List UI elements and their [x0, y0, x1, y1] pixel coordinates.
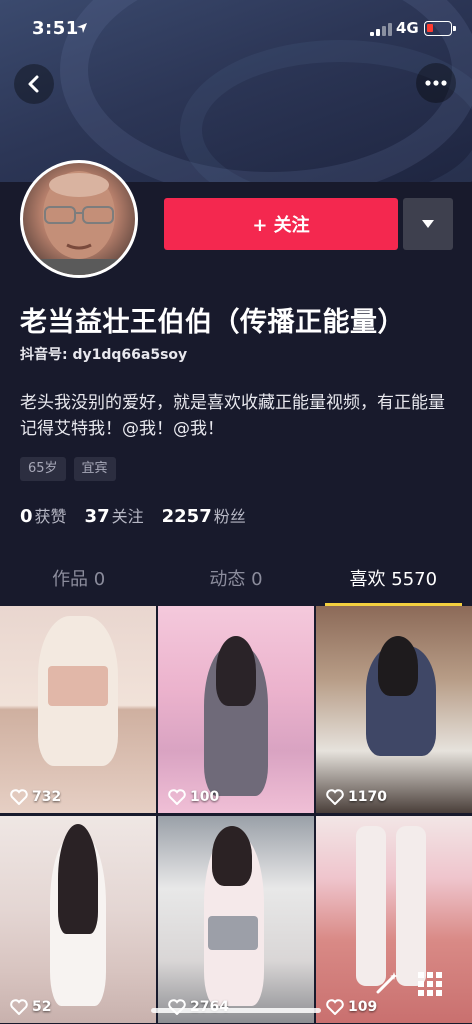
follow-button[interactable]: + 关注 [164, 198, 398, 250]
like-count: 732 [10, 789, 61, 805]
network-type: 4G [396, 19, 419, 37]
location-arrow-icon [77, 23, 87, 33]
video-thumbnail[interactable]: 100 [158, 606, 314, 813]
tab-likes[interactable]: 喜欢 5570 [315, 558, 472, 606]
heart-icon [326, 999, 344, 1015]
more-dots-icon [425, 80, 447, 86]
stat-likes[interactable]: 0 获赞 [20, 503, 67, 527]
location-tag: 宜宾 [73, 457, 116, 481]
like-count: 52 [10, 999, 51, 1015]
status-time: 3:51 [32, 18, 79, 39]
tab-dynamics[interactable]: 动态 0 [157, 558, 314, 606]
heart-icon [10, 999, 28, 1015]
like-count: 1170 [326, 789, 387, 805]
more-button[interactable] [416, 63, 456, 103]
magic-wand-icon [376, 972, 398, 994]
age-tag: 65岁 [20, 457, 66, 481]
status-bar: 3:51 4G [0, 0, 472, 56]
profile-stats: 0 获赞 37 关注 2257 粉丝 [20, 503, 246, 527]
heart-icon [326, 789, 344, 805]
tab-works[interactable]: 作品 0 [0, 558, 157, 606]
home-indicator [151, 1008, 321, 1013]
stat-followers[interactable]: 2257 粉丝 [162, 503, 246, 527]
chevron-left-icon [28, 75, 39, 93]
video-thumbnail[interactable]: 1170 [316, 606, 472, 813]
like-count: 109 [326, 999, 377, 1015]
profile-tags: 65岁 宜宾 [20, 457, 116, 481]
stat-following[interactable]: 37 关注 [85, 503, 144, 527]
grid-menu-icon[interactable] [418, 972, 442, 996]
video-thumbnail[interactable]: 2764 [158, 816, 314, 1023]
avatar[interactable] [20, 160, 138, 278]
like-count: 100 [168, 789, 219, 805]
signal-icon [370, 22, 392, 36]
recommend-dropdown-button[interactable] [403, 198, 453, 250]
profile-bio: 老头我没别的爱好，就是喜欢收藏正能量视频，有正能量记得艾特我！@我！@我！ [20, 393, 445, 439]
profile-page: 3:51 4G + 关注 老当益壮王伯伯（传播正能量） 抖音号: dy1dq66… [0, 0, 472, 1024]
back-button[interactable] [14, 64, 54, 104]
heart-icon [10, 789, 28, 805]
video-thumbnail[interactable]: 52 [0, 816, 156, 1023]
heart-icon [168, 789, 186, 805]
video-thumbnail[interactable]: 732 [0, 606, 156, 813]
profile-nickname: 老当益壮王伯伯（传播正能量） [20, 307, 405, 338]
douyin-id: 抖音号: dy1dq66a5soy [20, 347, 188, 363]
battery-icon [424, 21, 456, 36]
triangle-down-icon [422, 220, 434, 228]
profile-tabs: 作品 0 动态 0 喜欢 5570 [0, 558, 472, 606]
video-grid: 732 100 1170 52 2764 109 [0, 606, 472, 1024]
